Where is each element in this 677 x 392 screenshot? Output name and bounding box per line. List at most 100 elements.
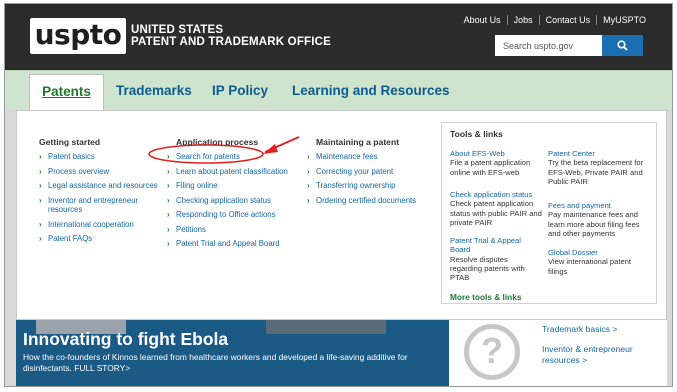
- main-nav: Patents Trademarks IP Policy Learning an…: [5, 70, 672, 112]
- hero-photo: [266, 320, 386, 334]
- maintaining-column: Maintaining a patent › Maintenance fees ›…: [307, 137, 435, 210]
- side-links: Trademark basics > Inventor & entreprene…: [534, 320, 667, 386]
- red-annotation-arrow-icon: [148, 136, 300, 164]
- menu-link-process-overview[interactable]: › Process overview: [39, 167, 164, 177]
- logo-text: uspto: [34, 18, 122, 51]
- menu-link-petitions[interactable]: › Petitions: [167, 225, 307, 235]
- search-input[interactable]: [495, 35, 602, 56]
- menu-link-label: International cooperation: [48, 219, 134, 229]
- menu-link-transferring-ownership[interactable]: › Transferring ownership: [307, 181, 435, 191]
- search-icon: [617, 40, 628, 51]
- tab-label: Patents: [42, 84, 91, 99]
- chevron-right-icon: ›: [167, 224, 170, 234]
- chevron-right-icon: ›: [307, 152, 310, 161]
- tool-desc: File a patent application online with EF…: [450, 158, 531, 177]
- menu-link-correcting-patent[interactable]: › Correcting your patent: [307, 167, 435, 177]
- hero-banner[interactable]: Innovating to fight Ebola How the co-fou…: [16, 320, 449, 386]
- org-name-line2: PATENT AND TRADEMARK OFFICE: [131, 36, 332, 48]
- search-button[interactable]: [602, 35, 643, 56]
- menu-link-certified-documents[interactable]: › Ordering certified documents: [307, 196, 435, 206]
- tab-trademarks[interactable]: Trademarks: [116, 71, 192, 111]
- tab-patents[interactable]: Patents: [29, 74, 104, 112]
- menu-link-label: Correcting your patent: [316, 166, 394, 176]
- menu-link-label: Filing online: [176, 181, 218, 190]
- chevron-right-icon: ›: [167, 195, 170, 205]
- util-link-about-us[interactable]: About Us: [464, 15, 501, 25]
- chevron-right-icon: ›: [167, 181, 170, 190]
- chevron-right-icon: ›: [307, 181, 310, 190]
- tool-ptab: Patent Trial & Appeal Board Resolve disp…: [450, 236, 534, 282]
- getting-started-column: Getting started › Patent basics › Process …: [39, 137, 164, 249]
- chevron-right-icon: ›: [39, 152, 42, 161]
- tool-desc: Check patent application status with pub…: [450, 199, 542, 227]
- menu-link-label: Patent Trial and Appeal Board: [176, 239, 280, 248]
- uspto-logo[interactable]: uspto: [30, 18, 126, 54]
- menu-link-checking-status[interactable]: › Checking application status: [167, 196, 307, 206]
- divider: [506, 15, 508, 25]
- util-link-myuspto[interactable]: MyUSPTO: [603, 15, 646, 25]
- tool-desc: Resolve disputes regarding patents with …: [450, 254, 525, 283]
- tool-efs-web: About EFS-Web File a patent application …: [450, 149, 542, 177]
- menu-link-patent-faqs[interactable]: › Patent FAQs: [39, 234, 164, 244]
- link-inventor-resources[interactable]: Inventor & entrepreneur resources >: [542, 344, 657, 366]
- menu-link-label: Patent FAQs: [48, 234, 93, 243]
- util-link-contact-us[interactable]: Contact Us: [546, 15, 591, 25]
- tool-link-efs-web[interactable]: About EFS-Web: [450, 149, 542, 158]
- menu-link-patent-basics[interactable]: › Patent basics: [39, 152, 164, 162]
- org-name-line1: UNITED STATES: [131, 24, 224, 36]
- chevron-right-icon: ›: [39, 219, 42, 229]
- tool-link-ptab[interactable]: Patent Trial & Appeal Board: [450, 236, 534, 255]
- tool-link-patent-center[interactable]: Patent Center: [548, 149, 652, 158]
- question-mark-icon: ?: [464, 324, 520, 380]
- divider: [538, 15, 540, 25]
- tool-patent-center: Patent Center Try the beta replacement f…: [548, 149, 652, 186]
- menu-link-label: Transferring ownership: [316, 181, 396, 190]
- chevron-right-icon: ›: [307, 166, 310, 176]
- chevron-right-icon: ›: [39, 181, 42, 190]
- chevron-right-icon: ›: [39, 195, 42, 205]
- column-heading: Maintaining a patent: [316, 137, 400, 147]
- menu-link-label: Petitions: [176, 224, 206, 234]
- chevron-right-icon: ›: [167, 239, 170, 248]
- chevron-right-icon: ›: [307, 195, 310, 205]
- menu-link-label: Checking application status: [176, 195, 271, 205]
- tool-fees-payment: Fees and payment Pay maintenance fees an…: [548, 201, 652, 238]
- divider: [596, 15, 598, 25]
- menu-link-label: Inventor and entrepreneur resources: [48, 195, 139, 215]
- menu-link-label: Ordering certified documents: [316, 195, 417, 205]
- menu-link-label: Responding to Office actions: [176, 210, 276, 219]
- site-header: uspto UNITED STATES PATENT AND TRADEMARK…: [5, 4, 672, 70]
- menu-link-inventor-resources[interactable]: › Inventor and entrepreneur resources: [39, 196, 164, 215]
- tool-link-application-status[interactable]: Check application status: [450, 190, 545, 199]
- menu-link-international-cooperation[interactable]: › International cooperation: [39, 220, 164, 230]
- more-tools-link[interactable]: More tools & links: [450, 292, 521, 302]
- menu-link-label: Process overview: [48, 166, 110, 176]
- tool-desc: Try the beta replacement for EFS-Web, Pr…: [548, 158, 644, 186]
- chevron-right-icon: ›: [167, 210, 170, 219]
- link-trademark-basics[interactable]: Trademark basics >: [542, 324, 667, 335]
- tool-desc: View international patent filings: [548, 257, 632, 276]
- menu-link-office-actions[interactable]: › Responding to Office actions: [167, 210, 307, 220]
- util-link-jobs[interactable]: Jobs: [514, 15, 533, 25]
- menu-link-filing-online[interactable]: › Filing online: [167, 181, 307, 191]
- tool-link-fees-payment[interactable]: Fees and payment: [548, 201, 652, 210]
- tool-link-global-dossier[interactable]: Global Dossier: [548, 248, 652, 257]
- menu-link-legal-assistance[interactable]: › Legal assistance and resources: [39, 181, 164, 191]
- menu-link-ptab[interactable]: › Patent Trial and Appeal Board: [167, 239, 307, 249]
- tool-global-dossier: Global Dossier View international patent…: [548, 248, 652, 276]
- menu-link-label: Legal assistance and resources: [48, 181, 158, 190]
- question-box: ?: [449, 320, 534, 386]
- chevron-right-icon: ›: [39, 234, 42, 243]
- tools-and-links-panel: Tools & links About EFS-Web File a paten…: [441, 122, 657, 304]
- tool-desc: Pay maintenance fees and learn more abou…: [548, 210, 640, 238]
- menu-link-label: Maintenance fees: [316, 152, 378, 161]
- chevron-right-icon: ›: [39, 166, 42, 176]
- hero-title: Innovating to fight Ebola: [23, 329, 229, 349]
- tool-application-status: Check application status Check patent ap…: [450, 190, 545, 227]
- column-heading: Getting started: [39, 137, 101, 147]
- menu-link-label: Patent basics: [48, 152, 95, 161]
- utility-nav: About Us Jobs Contact Us MyUSPTO: [464, 15, 646, 25]
- tab-ip-policy[interactable]: IP Policy: [212, 71, 268, 111]
- tab-learning-resources[interactable]: Learning and Resources: [292, 71, 450, 111]
- menu-link-maintenance-fees[interactable]: › Maintenance fees: [307, 152, 435, 162]
